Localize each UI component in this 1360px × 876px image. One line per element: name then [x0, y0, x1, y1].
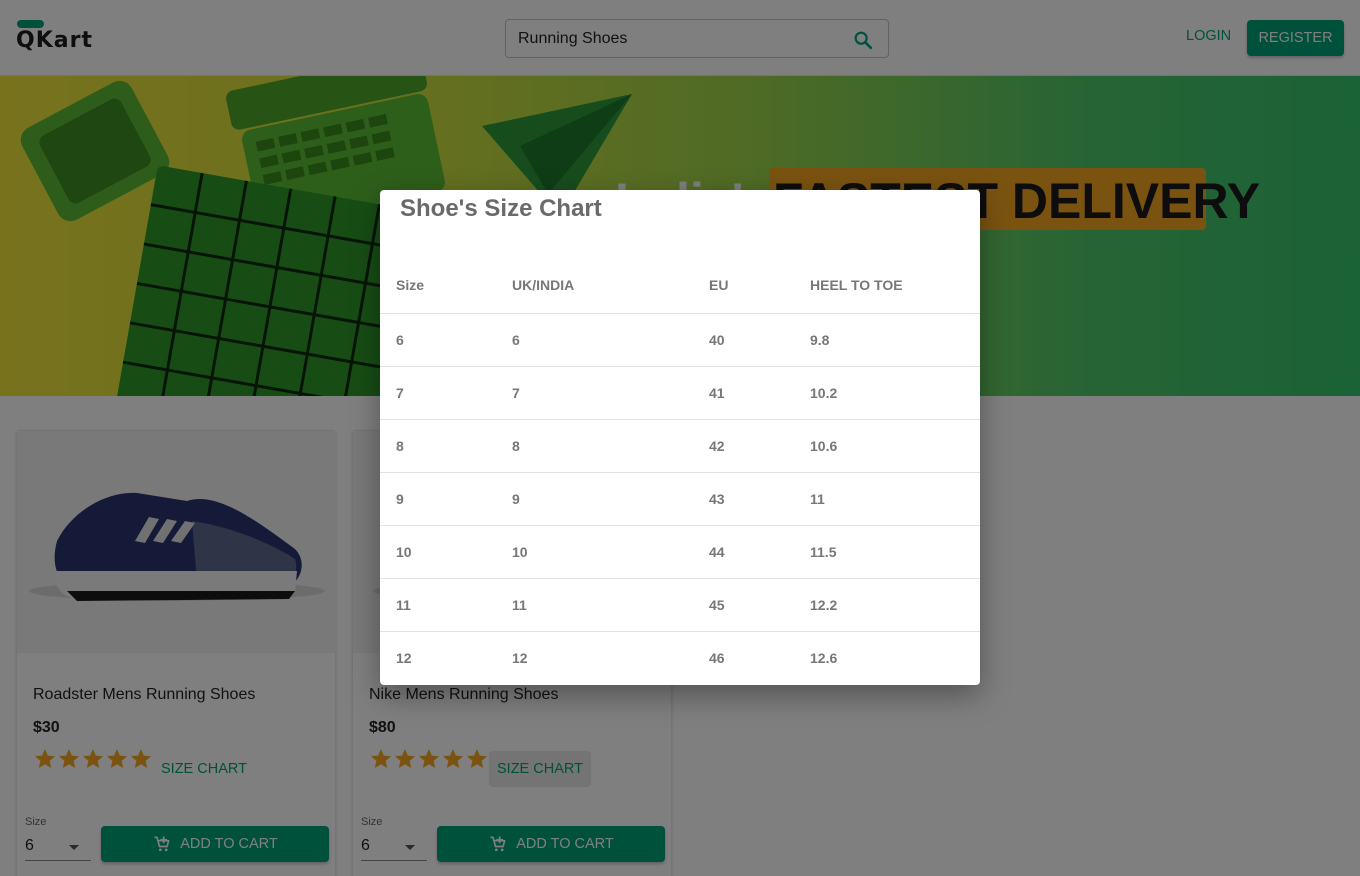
table-cell: 12.6 [810, 649, 838, 666]
table-cell: 9.8 [794, 313, 980, 367]
table-cell: 7 [380, 366, 496, 420]
table-cell: 42 [693, 419, 794, 473]
column-header: UK/INDIA [496, 257, 693, 314]
table-cell: 10.2 [794, 366, 980, 420]
table-header-row: Size UK/INDIA EU HEEL TO TOE [380, 257, 980, 314]
table-row: 6 6 40 9.8 [380, 313, 980, 367]
table-cell: 9 [496, 472, 693, 526]
table-cell: 44 [693, 525, 794, 579]
table-row: 10 10 44 11.5 [380, 525, 980, 579]
column-header: HEEL TO TOE [794, 257, 980, 314]
table-cell: 7 [496, 366, 693, 420]
table-cell: 12 [512, 649, 528, 666]
table-cell: 6 [380, 313, 496, 367]
table-cell: 12 [396, 649, 412, 666]
table-cell: 40 [693, 313, 794, 367]
column-header: Size [380, 257, 496, 314]
table-cell: 11 [496, 578, 693, 632]
table-cell: 11 [794, 472, 980, 526]
table-cell: 9 [380, 472, 496, 526]
table-cell: 11 [380, 578, 496, 632]
table-cell: 8 [380, 419, 496, 473]
table-row: 11 11 45 12.2 [380, 578, 980, 632]
table-cell: 45 [693, 578, 794, 632]
table-row: 7 7 41 10.2 [380, 366, 980, 420]
table-cell: 10 [496, 525, 693, 579]
table-cell: 8 [496, 419, 693, 473]
table-cell: 10 [380, 525, 496, 579]
table-cell: 10.6 [794, 419, 980, 473]
table-cell: 12.2 [794, 578, 980, 632]
size-chart-modal: Shoe's Size Chart Size UK/INDIA EU HEEL … [380, 190, 980, 685]
table-cell: 41 [693, 366, 794, 420]
table-cell: 46 [709, 649, 725, 666]
table-cell: 11.5 [794, 525, 980, 579]
column-header: EU [693, 257, 794, 314]
table-row: 9 9 43 11 [380, 472, 980, 526]
table-cell: 43 [693, 472, 794, 526]
table-cell: 6 [496, 313, 693, 367]
table-row: 12 12 46 12.6 [380, 631, 980, 684]
size-chart-table: Size UK/INDIA EU HEEL TO TOE 6 6 40 9.8 … [380, 257, 980, 684]
modal-title: Shoe's Size Chart [400, 195, 602, 222]
table-row: 8 8 42 10.6 [380, 419, 980, 473]
